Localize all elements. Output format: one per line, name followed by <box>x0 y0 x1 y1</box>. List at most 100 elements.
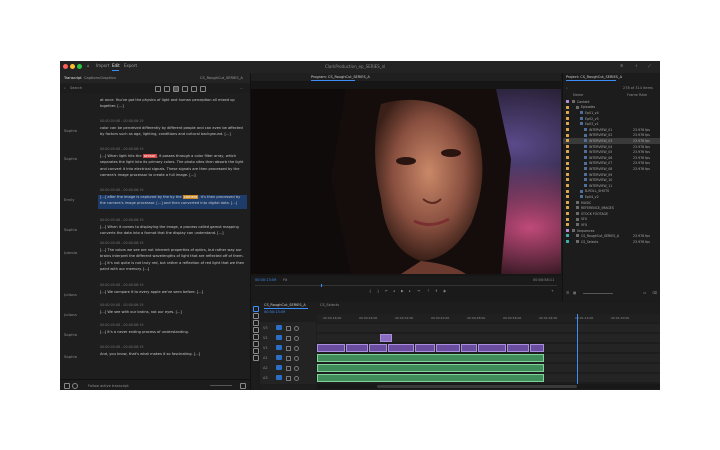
timeline-playhead[interactable] <box>577 314 578 384</box>
track-label-v2[interactable]: V2 <box>263 336 268 340</box>
pen-tool-icon[interactable] <box>253 341 259 347</box>
mute-icon[interactable] <box>294 375 299 381</box>
timeline-tab[interactable]: CS_RoughCut_SERIES_A <box>264 303 306 307</box>
go-to-in-icon[interactable]: ⇤ <box>385 289 388 293</box>
type-tool-icon[interactable] <box>253 355 259 361</box>
video-clip[interactable] <box>530 344 544 352</box>
segment-text[interactable]: [...] When it comes to displaying the im… <box>100 224 245 237</box>
track-target-toggle[interactable] <box>276 335 282 340</box>
mute-icon[interactable] <box>294 365 299 371</box>
tab-graphics[interactable]: Graphics <box>100 76 116 80</box>
transcript-segment[interactable]: Juliana 00:00:05:08 - 00:00:06:19 [...] We… <box>60 283 250 297</box>
speaker-label[interactable]: Sophia <box>64 354 77 359</box>
track-target-toggle[interactable] <box>276 375 282 380</box>
transcript-segment[interactable]: Juliana 00:00:05:08 - 00:00:06:19 [...] We… <box>60 303 250 317</box>
follow-toggle-icon[interactable] <box>72 383 78 389</box>
project-zoom-slider[interactable] <box>583 293 613 294</box>
razor-tool-icon[interactable] <box>253 327 259 333</box>
filter-icon[interactable] <box>155 86 161 92</box>
transcript-segment[interactable]: Sophia 00:00:05:08 - 00:00:06:19 color can… <box>60 119 250 141</box>
lock-icon[interactable] <box>286 335 291 341</box>
speaker-label[interactable]: Sophia <box>64 156 77 161</box>
timeline-scrollbar[interactable] <box>317 384 660 389</box>
tab-captions[interactable]: Captions <box>84 76 100 80</box>
track-label-a1[interactable]: A1 <box>263 356 268 360</box>
video-clip[interactable] <box>436 344 460 352</box>
segment-text[interactable]: color can be perceived differently by di… <box>100 125 245 138</box>
project-search-icon[interactable]: ⌕ <box>566 86 568 90</box>
delete-icon[interactable]: ⌫ <box>652 291 657 295</box>
lock-icon[interactable] <box>286 355 291 361</box>
ripple-edit-tool-icon[interactable] <box>253 320 259 326</box>
video-clip[interactable] <box>380 334 392 342</box>
speaker-label[interactable]: Juliana <box>64 292 77 297</box>
tab-program[interactable]: Program: CS_RoughCut_SERIES_A <box>311 75 370 79</box>
column-header-name[interactable]: Name <box>573 93 583 97</box>
audio-clip[interactable] <box>317 364 544 372</box>
video-clip[interactable] <box>478 344 506 352</box>
timeline-scroll-thumb[interactable] <box>377 385 577 388</box>
project-panel-title[interactable]: Project: CS_RoughCut_SERIES_A <box>566 75 622 79</box>
mute-icon[interactable] <box>294 355 299 361</box>
timeline-tab-selects[interactable]: CS_Selects <box>320 303 339 307</box>
captions-icon[interactable] <box>164 86 170 92</box>
minimize-window-button[interactable] <box>70 64 75 69</box>
list-view-icon[interactable]: ☰ <box>566 291 569 295</box>
program-timecode[interactable]: 00:00:13:09 <box>255 278 276 282</box>
segment-text[interactable]: at once. You've got the physics of light… <box>100 97 245 110</box>
segment-text[interactable]: And, you know, that's what makes it so f… <box>100 351 245 357</box>
pause-icon[interactable] <box>173 86 179 92</box>
follow-active-transcript-label[interactable]: Follow active transcript <box>88 384 129 388</box>
lock-icon[interactable] <box>286 375 291 381</box>
video-clip[interactable] <box>317 344 345 352</box>
track-target-toggle[interactable] <box>276 365 282 370</box>
hand-tool-icon[interactable] <box>253 348 259 354</box>
column-header-frame-rate[interactable]: Frame Rate <box>627 93 647 97</box>
step-forward-icon[interactable]: ▸ <box>409 289 411 293</box>
speaker-label[interactable]: Jubrola <box>64 250 77 255</box>
audio-clip[interactable] <box>317 354 544 362</box>
segment-text[interactable]: [...] We compare it to every apple we've… <box>100 289 245 295</box>
new-bin-icon[interactable]: ▭ <box>643 291 646 295</box>
segment-text[interactable]: [...] after the image is captured by the… <box>100 194 245 207</box>
video-clip[interactable] <box>369 344 387 352</box>
quick-export-icon[interactable]: ⇪ <box>635 64 638 68</box>
speaker-label[interactable]: Emily <box>64 197 74 202</box>
workspace-tab-edit[interactable]: Edit <box>112 63 120 68</box>
timeline-timecode[interactable]: 00:00:13:09 <box>264 310 285 314</box>
program-playhead-marker[interactable] <box>321 284 322 287</box>
play-icon[interactable]: ▶ <box>401 289 404 293</box>
mark-out-icon[interactable]: } <box>377 289 379 293</box>
extract-icon[interactable]: ⇞ <box>435 289 438 293</box>
lock-icon[interactable] <box>286 325 291 331</box>
go-to-out-icon[interactable]: ⇥ <box>417 289 420 293</box>
track-target-toggle[interactable] <box>276 355 282 360</box>
settings-icon[interactable] <box>64 383 70 389</box>
lock-icon[interactable] <box>286 345 291 351</box>
transcript-segment[interactable]: Sophia 00:00:05:08 - 00:00:06:19 [...] Whe… <box>60 218 250 236</box>
transcript-segment[interactable]: Sophia 00:00:05:08 - 00:00:06:19 [...] Whe… <box>60 147 250 183</box>
eye-icon[interactable] <box>294 335 299 341</box>
track-label-a2[interactable]: A2 <box>263 366 268 370</box>
search-icon[interactable]: ⌕ <box>64 86 66 90</box>
track-select-tool-icon[interactable] <box>253 313 259 319</box>
fullscreen-icon[interactable]: ⤢ <box>648 64 651 68</box>
search-input[interactable]: Search <box>70 86 82 90</box>
workspaces-menu-icon[interactable]: ☰ <box>620 64 623 68</box>
transcript-segment[interactable]: Jubrola 00:00:05:08 - 00:00:06:19 [...] Th… <box>60 241 250 277</box>
speaker-label[interactable]: Sophia <box>64 128 77 133</box>
video-clip[interactable] <box>415 344 435 352</box>
close-window-button[interactable] <box>63 64 68 69</box>
lock-icon[interactable] <box>286 365 291 371</box>
track-label-a3[interactable]: A3 <box>263 376 268 380</box>
track-label-v3[interactable]: V3 <box>263 326 268 330</box>
time-ruler[interactable]: 00:00:16:00 00:00:24:00 00:00:32:00 00:00:4… <box>317 314 660 322</box>
home-icon[interactable]: ⌂ <box>87 63 90 68</box>
transcript-segment[interactable]: Emily 00:00:05:08 - 00:00:06:19 [...] afte… <box>60 188 250 212</box>
search-match-highlight[interactable]: camera <box>182 195 199 199</box>
project-item[interactable]: CS_Selects 23.976 fps <box>563 239 660 245</box>
video-clip[interactable] <box>346 344 368 352</box>
tab-transcript[interactable]: Transcript <box>64 76 82 80</box>
track-target-toggle[interactable] <box>276 345 282 350</box>
segment-text[interactable]: [...] When light hits the sensor, it pas… <box>100 153 245 178</box>
